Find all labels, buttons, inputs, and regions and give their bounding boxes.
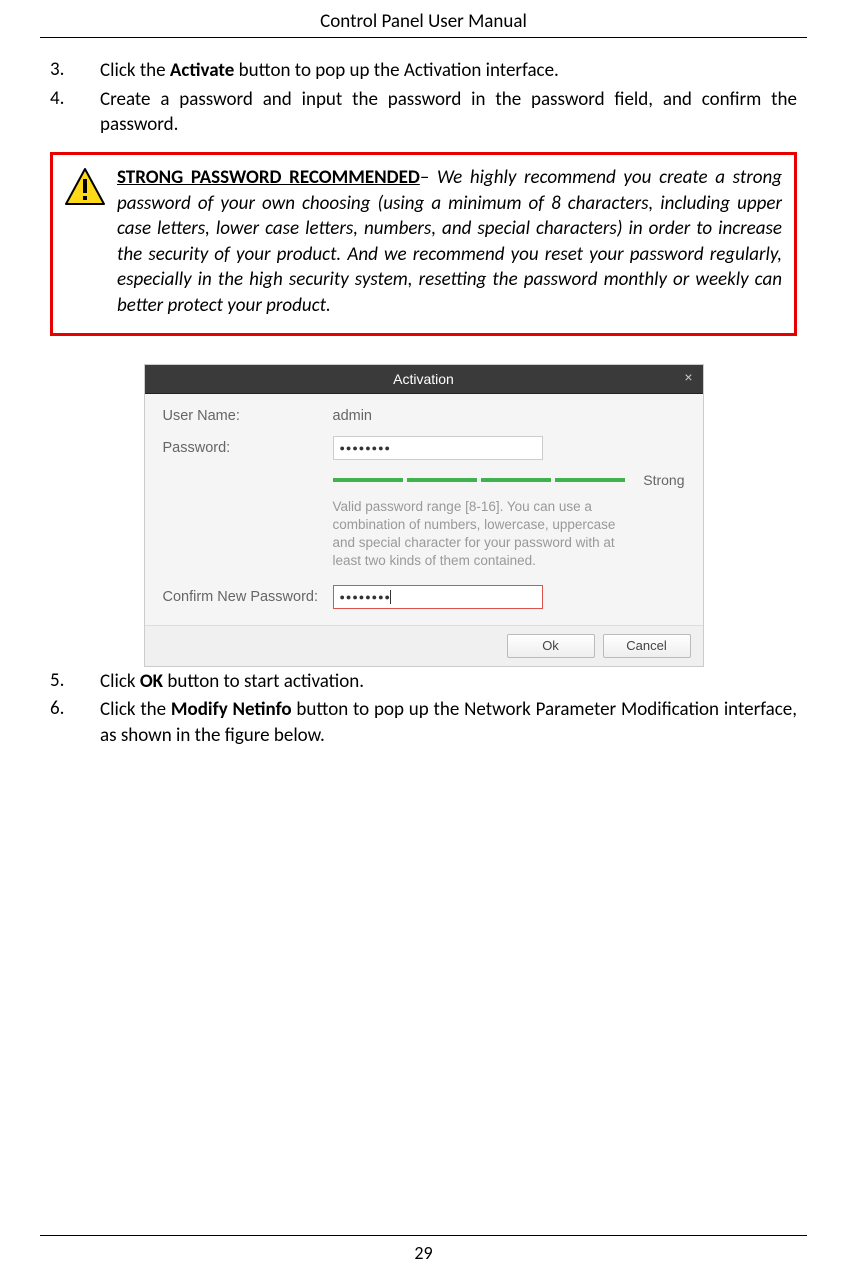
dialog-title: Activation: [393, 371, 454, 387]
step-3-num: 3.: [50, 58, 100, 84]
dialog-titlebar: Activation ×: [145, 365, 703, 394]
step-6-num: 6.: [50, 697, 100, 748]
step-4-text: Create a password and input the password…: [100, 87, 797, 138]
step-5: 5. Click OK button to start activation.: [50, 669, 797, 695]
warning-icon: [63, 167, 107, 207]
username-label: User Name:: [163, 408, 333, 424]
step-4-num: 4.: [50, 87, 100, 138]
strength-label: Strong: [643, 472, 684, 488]
username-value: admin: [333, 408, 373, 424]
confirm-password-input[interactable]: ●●●●●●●●: [333, 585, 543, 609]
confirm-label: Confirm New Password:: [163, 589, 333, 605]
strength-bar-3: [481, 478, 551, 482]
callout-title: STRONG PASSWORD RECOMMENDED: [117, 166, 420, 189]
strength-bar-4: [555, 478, 625, 482]
activation-dialog-figure: Activation × User Name: admin Password: …: [50, 364, 797, 667]
step-6-text: Click the Modify Netinfo button to pop u…: [100, 697, 797, 748]
password-input[interactable]: ●●●●●●●●: [333, 436, 543, 460]
step-3: 3. Click the Activate button to pop up t…: [50, 58, 797, 84]
body-content: 3. Click the Activate button to pop up t…: [40, 58, 807, 749]
strength-bar-2: [407, 478, 477, 482]
callout-text: STRONG PASSWORD RECOMMENDED– We highly r…: [117, 165, 782, 319]
text-cursor: [390, 590, 391, 604]
password-label: Password:: [163, 440, 333, 456]
step-5-num: 5.: [50, 669, 100, 695]
strength-row: Strong: [333, 472, 685, 488]
dialog-footer: Ok Cancel: [145, 625, 703, 666]
strength-bars: [333, 478, 626, 482]
password-hint: Valid password range [8-16]. You can use…: [333, 498, 633, 571]
step-5-text: Click OK button to start activation.: [100, 669, 797, 695]
username-row: User Name: admin: [163, 408, 685, 424]
page-number: 29: [0, 1242, 847, 1264]
step-4: 4. Create a password and input the passw…: [50, 87, 797, 138]
password-recommendation-callout: STRONG PASSWORD RECOMMENDED– We highly r…: [50, 152, 797, 336]
ok-button[interactable]: Ok: [507, 634, 595, 658]
page-header-title: Control Panel User Manual: [320, 10, 527, 33]
password-row: Password: ●●●●●●●●: [163, 436, 685, 460]
footer-rule: [40, 1235, 807, 1236]
step-6: 6. Click the Modify Netinfo button to po…: [50, 697, 797, 748]
strength-bar-1: [333, 478, 403, 482]
step-3-text: Click the Activate button to pop up the …: [100, 58, 797, 84]
page-footer: 29: [0, 1235, 847, 1264]
close-icon[interactable]: ×: [684, 369, 692, 385]
cancel-button[interactable]: Cancel: [603, 634, 691, 658]
activation-dialog: Activation × User Name: admin Password: …: [144, 364, 704, 667]
confirm-row: Confirm New Password: ●●●●●●●●: [163, 585, 685, 609]
dialog-body: User Name: admin Password: ●●●●●●●●: [145, 394, 703, 625]
page-header: Control Panel User Manual: [40, 0, 807, 38]
